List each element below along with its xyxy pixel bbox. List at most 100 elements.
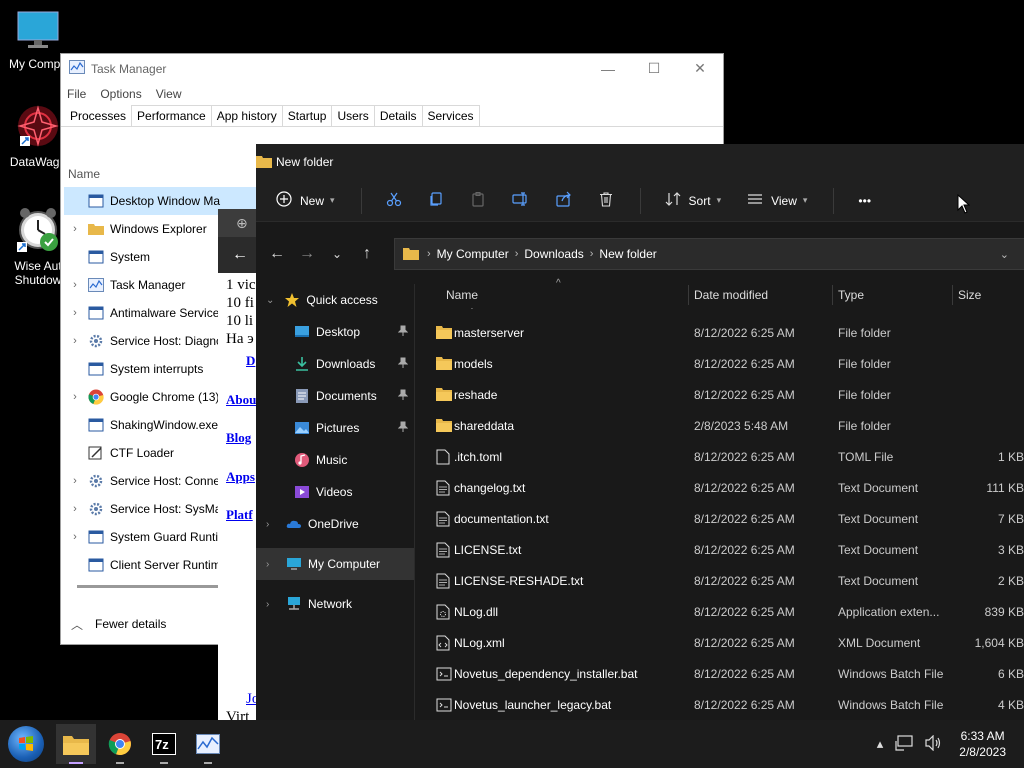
chevron-right-icon: › (427, 248, 431, 260)
recent-locations-button[interactable]: ⌄ (322, 247, 352, 261)
rename-button[interactable] (511, 191, 530, 210)
column-divider[interactable] (688, 285, 689, 305)
menu-options[interactable]: Options (100, 87, 141, 101)
nav-item-downloads[interactable]: Downloads (256, 348, 414, 380)
nav-label: Pictures (316, 421, 360, 435)
nav-network[interactable]: › Network (256, 588, 414, 620)
column-type[interactable]: Type (838, 288, 864, 302)
copy-button[interactable] (428, 191, 444, 210)
nav-onedrive[interactable]: › OneDrive (256, 508, 414, 540)
chevron-right-icon[interactable]: › (64, 335, 86, 347)
file-row[interactable]: Novetus_dependency_installer.bat 8/12/202… (426, 659, 1024, 690)
close-button[interactable]: ✕ (677, 54, 723, 83)
download-icon (294, 356, 310, 372)
file-row[interactable]: Novetus_launcher_legacy.bat 8/12/2022 6:2… (426, 690, 1024, 720)
column-name[interactable]: Name (446, 288, 478, 302)
more-options-button[interactable]: ••• (858, 194, 871, 208)
tab-users[interactable]: Users (331, 105, 375, 126)
taskbar-task-manager[interactable] (188, 724, 228, 764)
taskbar-7zip[interactable]: 7z (144, 724, 184, 764)
forward-button[interactable]: → (292, 245, 322, 263)
new-button[interactable]: New ▾ (276, 191, 335, 210)
column-divider[interactable] (952, 285, 953, 305)
nav-quick-access[interactable]: ⌄ Quick access (256, 284, 414, 316)
chevron-right-icon[interactable]: › (64, 475, 86, 487)
minimize-button[interactable]: — (585, 54, 631, 83)
task-manager-icon (196, 734, 220, 754)
column-size[interactable]: Size (958, 288, 981, 302)
file-name: documentation.txt (454, 512, 549, 526)
file-row[interactable]: documentation.txt 8/12/2022 6:25 AM Text D… (426, 504, 1024, 535)
chevron-right-icon[interactable]: › (64, 307, 86, 319)
page-link-blog[interactable]: Blog (226, 430, 251, 446)
address-bar[interactable]: › My Computer › Downloads › New folder ⌄ (394, 238, 1024, 270)
up-button[interactable]: ↑ (352, 245, 382, 263)
pin-icon[interactable] (397, 357, 409, 372)
sort-button[interactable]: Sort ▾ (665, 191, 721, 210)
file-row[interactable]: maps 8/12/2022 6:25 AM File folder (426, 308, 1024, 318)
nav-my-computer[interactable]: › My Computer (256, 548, 414, 580)
chevron-down-icon: ▾ (330, 195, 335, 205)
chevron-right-icon[interactable]: › (64, 223, 86, 235)
column-date-modified[interactable]: Date modified (694, 288, 768, 302)
back-button[interactable]: ← (262, 245, 292, 263)
tab-app-history[interactable]: App history (210, 105, 283, 126)
chevron-down-icon[interactable]: ⌄ (1000, 248, 1009, 261)
file-row[interactable]: NLog.xml 8/12/2022 6:25 AM XML Document 1,6… (426, 628, 1024, 659)
menu-file[interactable]: File (67, 87, 86, 101)
tab-processes[interactable]: Processes (64, 105, 133, 126)
file-row[interactable]: changelog.txt 8/12/2022 6:25 AM Text Docum… (426, 473, 1024, 504)
tab-services[interactable]: Services (421, 105, 480, 126)
page-link-platforms[interactable]: Platf (226, 507, 253, 523)
chevron-right-icon[interactable]: › (64, 531, 86, 543)
pin-icon[interactable] (397, 325, 409, 340)
taskbar-file-explorer[interactable] (56, 724, 96, 764)
volume-icon[interactable] (925, 734, 943, 754)
cut-button[interactable] (386, 191, 402, 210)
maximize-button[interactable]: ☐ (631, 54, 677, 83)
nav-item-music[interactable]: Music (256, 444, 414, 476)
running-indicator (160, 762, 168, 764)
file-row[interactable]: masterserver 8/12/2022 6:25 AM File folder (426, 318, 1024, 349)
explorer-titlebar[interactable]: New folder (256, 144, 1024, 180)
breadcrumb-new-folder[interactable]: New folder (599, 247, 656, 261)
nav-item-videos[interactable]: Videos (256, 476, 414, 508)
menu-view[interactable]: View (156, 87, 182, 101)
column-divider[interactable] (832, 285, 833, 305)
chevron-right-icon[interactable]: › (64, 279, 86, 291)
share-button[interactable] (555, 191, 572, 210)
delete-button[interactable] (598, 191, 614, 210)
page-link-about[interactable]: Abou (226, 392, 256, 408)
tab-performance[interactable]: Performance (131, 105, 212, 126)
chevron-up-icon[interactable]: ▴ (877, 736, 884, 752)
file-row[interactable]: .itch.toml 8/12/2022 6:25 AM TOML File 1 KB (426, 442, 1024, 473)
pin-icon[interactable] (397, 421, 409, 436)
chevron-right-icon[interactable]: › (64, 503, 86, 515)
network-icon[interactable] (895, 734, 913, 754)
nav-item-desktop[interactable]: Desktop (256, 316, 414, 348)
breadcrumb-downloads[interactable]: Downloads (524, 247, 583, 261)
pin-icon[interactable] (397, 389, 409, 404)
page-link[interactable]: D (246, 353, 255, 369)
chevron-right-icon[interactable]: › (64, 391, 86, 403)
browser-back-button[interactable]: ← (218, 237, 258, 273)
column-header-name[interactable]: Name (68, 167, 100, 181)
clock[interactable]: 6:33 AM 2/8/2023 (959, 728, 1006, 760)
taskbar-chrome[interactable] (100, 724, 140, 764)
file-row[interactable]: reshade 8/12/2022 6:25 AM File folder (426, 380, 1024, 411)
file-row[interactable]: LICENSE-RESHADE.txt 8/12/2022 6:25 AM Text… (426, 566, 1024, 597)
nav-item-documents[interactable]: Documents (256, 380, 414, 412)
breadcrumb-my-computer[interactable]: My Computer (437, 247, 509, 261)
tab-details[interactable]: Details (373, 105, 423, 126)
start-button[interactable] (8, 726, 44, 762)
paste-button[interactable] (470, 191, 486, 210)
file-row[interactable]: NLog.dll 8/12/2022 6:25 AM Application ext… (426, 597, 1024, 628)
view-button[interactable]: View ▾ (747, 191, 807, 210)
tab-startup[interactable]: Startup (281, 105, 333, 126)
file-row[interactable]: LICENSE.txt 8/12/2022 6:25 AM Text Documen… (426, 535, 1024, 566)
browser-window: ⊕ ← 1 vic 10 fi 10 li На э D Abou Blog A… (218, 209, 258, 721)
file-row[interactable]: models 8/12/2022 6:25 AM File folder (426, 349, 1024, 380)
file-row[interactable]: shareddata 2/8/2023 5:48 AM File folder (426, 411, 1024, 442)
nav-item-pictures[interactable]: Pictures (256, 412, 414, 444)
page-link-apps[interactable]: Apps (226, 469, 255, 485)
